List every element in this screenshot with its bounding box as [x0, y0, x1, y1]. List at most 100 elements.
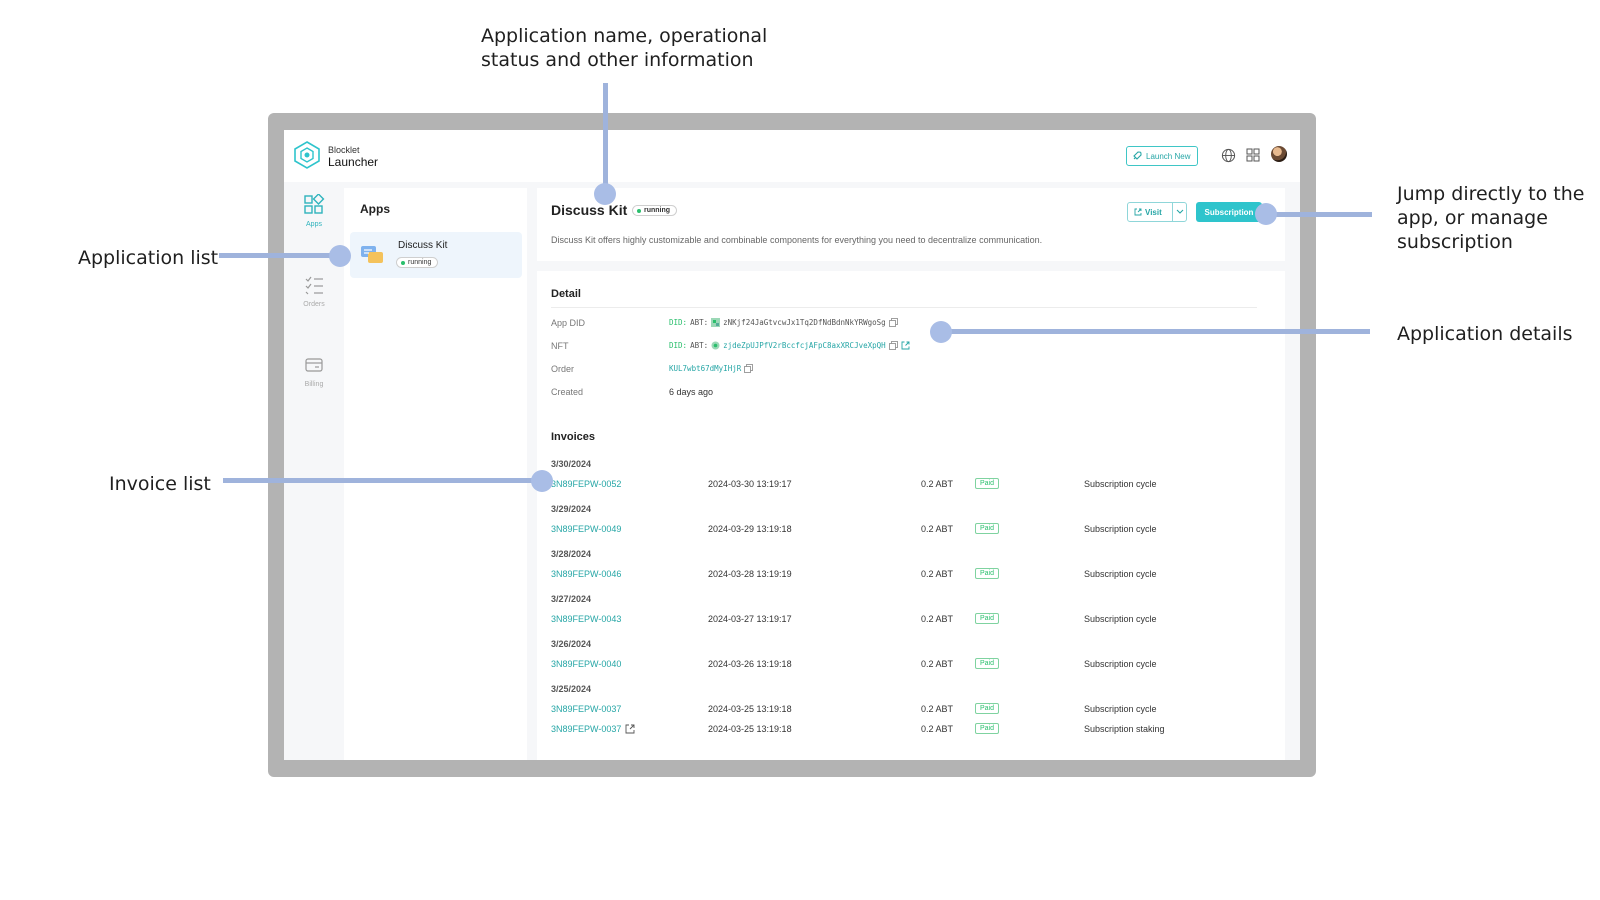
app-did-prefix: DID: — [669, 318, 688, 327]
app-header-card: Discuss Kit running Discuss Kit offers h… — [537, 188, 1285, 261]
invoice-type: Subscription cycle — [1084, 614, 1157, 624]
invoice-number-link[interactable]: 3N89FEPW-0040 — [551, 659, 621, 669]
globe-icon[interactable] — [1219, 146, 1237, 164]
invoice-row[interactable]: 3N89FEPW-0037 2024-03-25 13:19:18 0.2 ABT P… — [551, 703, 1271, 716]
connector-app-info — [603, 83, 608, 193]
running-dot-icon — [401, 260, 405, 265]
invoice-timestamp: 2024-03-25 13:19:18 — [708, 724, 792, 734]
invoice-row[interactable]: 3N89FEPW-0052 2024-03-30 13:19:17 0.2 ABT P… — [551, 478, 1271, 491]
nav-item-billing[interactable]: Billing — [284, 354, 344, 388]
did-avatar-icon — [711, 318, 721, 327]
nft-prefix: DID: — [669, 341, 688, 350]
launch-new-button[interactable]: Launch New — [1126, 146, 1199, 166]
app-did-value: DID: ABT: zNKjf24JaGtvcwJx1Tq2DfNdBdnNkYR… — [669, 318, 898, 327]
invoice-number-link[interactable]: 3N89FEPW-0043 — [551, 614, 621, 624]
callout-app-info: Application name, operational status and… — [481, 24, 767, 72]
app-status-badge: running — [632, 205, 678, 216]
avatar[interactable] — [1271, 146, 1287, 162]
external-link-icon — [1134, 208, 1142, 216]
callout-app-list: Application list — [78, 247, 219, 269]
invoice-row[interactable]: 3N89FEPW-0049 2024-03-29 13:19:18 0.2 ABT P… — [551, 523, 1271, 536]
app-did-text: zNKjf24JaGtvcwJx1Tq2DfNdBdnNkYRWgoSg — [723, 318, 886, 327]
discuss-kit-icon — [361, 246, 383, 263]
invoice-number[interactable]: 3N89FEPW-0052 — [551, 479, 621, 489]
connector-dot-app-list — [329, 245, 351, 267]
order-label: Order — [551, 364, 575, 374]
invoice-number-link[interactable]: 3N89FEPW-0049 — [551, 524, 621, 534]
invoice-date-header: 3/28/2024 — [551, 549, 592, 559]
invoice-type: Subscription cycle — [1084, 704, 1157, 714]
invoice-row[interactable]: 3N89FEPW-0040 2024-03-26 13:19:18 0.2 ABT P… — [551, 658, 1271, 671]
nft-text[interactable]: zjdeZpUJPfV2rBccfcjAFpC8axXRCJveXpQH — [723, 341, 886, 350]
callout-app-info-line2: status and other information — [481, 49, 754, 71]
visit-dropdown-toggle[interactable] — [1172, 203, 1186, 221]
nft-avatar-icon — [711, 341, 720, 350]
invoice-number[interactable]: 3N89FEPW-0040 — [551, 659, 621, 669]
top-bar: Blocklet Launcher Launch New — [284, 130, 1300, 182]
invoice-number-link[interactable]: 3N89FEPW-0046 — [551, 569, 621, 579]
app-list-item-status: running — [396, 257, 439, 268]
visit-main[interactable]: Visit — [1128, 208, 1172, 217]
order-text[interactable]: KUL7wbt67dMyIHjR — [669, 364, 741, 373]
invoice-number-link[interactable]: 3N89FEPW-0037 — [551, 704, 621, 714]
invoice-number[interactable]: 3N89FEPW-0043 — [551, 614, 621, 624]
running-dot-icon — [637, 208, 641, 213]
blocklet-logo-icon — [294, 141, 320, 169]
invoice-status-badge: Paid — [975, 568, 1000, 579]
invoice-date-header: 3/27/2024 — [551, 594, 592, 604]
invoice-amount: 0.2 ABT — [921, 524, 954, 534]
app-description: Discuss Kit offers highly customizable a… — [551, 235, 1043, 245]
copy-icon[interactable] — [744, 364, 754, 373]
invoice-type: Subscription cycle — [1084, 569, 1157, 579]
visit-button[interactable]: Visit — [1127, 202, 1187, 222]
invoice-type: Subscription staking — [1084, 724, 1165, 734]
apps-panel: Apps Discuss Kit running — [344, 188, 527, 760]
callout-jump-line1: Jump directly to the — [1397, 183, 1585, 205]
invoice-row[interactable]: 3N89FEPW-0043 2024-03-27 13:19:17 0.2 ABT P… — [551, 613, 1271, 626]
invoice-status-badge: Paid — [975, 658, 1000, 669]
invoice-date-header: 3/30/2024 — [551, 459, 592, 469]
subscription-button[interactable]: Subscription — [1196, 202, 1262, 222]
brand-line2: Launcher — [328, 155, 379, 169]
app-screen: Blocklet Launcher Launch New Apps Orders… — [284, 130, 1300, 760]
invoice-status-badge: Paid — [975, 723, 1000, 734]
nav-item-orders[interactable]: Orders — [284, 274, 344, 308]
invoice-timestamp: 2024-03-27 13:19:17 — [708, 614, 792, 624]
grid-icon[interactable] — [1244, 146, 1262, 164]
connector-dot-app-info — [594, 183, 616, 205]
apps-icon — [304, 193, 325, 214]
invoice-type: Subscription cycle — [1084, 479, 1157, 489]
invoice-date-header: 3/29/2024 — [551, 504, 592, 514]
external-link-icon[interactable] — [901, 341, 910, 350]
invoice-row[interactable]: 3N89FEPW-0037 2024-03-25 13:19:18 0.2 ABT P… — [551, 723, 1271, 736]
invoice-date-header: 3/25/2024 — [551, 684, 592, 694]
connector-app-list — [219, 253, 339, 258]
invoice-amount: 0.2 ABT — [921, 569, 954, 579]
nft-abt: ABT: — [690, 341, 709, 350]
invoice-number[interactable]: 3N89FEPW-0049 — [551, 524, 621, 534]
invoice-number[interactable]: 3N89FEPW-0046 — [551, 569, 621, 579]
invoice-amount: 0.2 ABT — [921, 724, 954, 734]
copy-icon[interactable] — [888, 318, 898, 327]
invoice-amount: 0.2 ABT — [921, 479, 954, 489]
invoice-timestamp: 2024-03-26 13:19:18 — [708, 659, 792, 669]
nav-item-apps[interactable]: Apps — [284, 193, 344, 228]
invoice-number-link[interactable]: 3N89FEPW-0037 — [551, 724, 635, 734]
invoice-number[interactable]: 3N89FEPW-0037 — [551, 704, 621, 714]
invoice-number-link[interactable]: 3N89FEPW-0052 — [551, 479, 621, 489]
invoice-amount: 0.2 ABT — [921, 614, 954, 624]
invoice-amount: 0.2 ABT — [921, 704, 954, 714]
external-link-icon[interactable] — [625, 724, 635, 734]
nav-billing-label: Billing — [304, 381, 324, 388]
app-list-item-status-text: running — [408, 259, 432, 266]
app-did-label: App DID — [551, 318, 586, 328]
detail-divider — [551, 307, 1257, 308]
copy-icon[interactable] — [888, 341, 898, 350]
invoices-title: Invoices — [551, 431, 596, 443]
app-did-abt: ABT: — [690, 318, 709, 327]
invoice-number[interactable]: 3N89FEPW-0037 — [551, 724, 621, 734]
invoice-row[interactable]: 3N89FEPW-0046 2024-03-28 13:19:19 0.2 ABT P… — [551, 568, 1271, 581]
callout-invoices: Invoice list — [109, 473, 211, 495]
app-list-item[interactable]: Discuss Kit running — [350, 232, 522, 278]
nav-apps-label: Apps — [306, 221, 322, 228]
